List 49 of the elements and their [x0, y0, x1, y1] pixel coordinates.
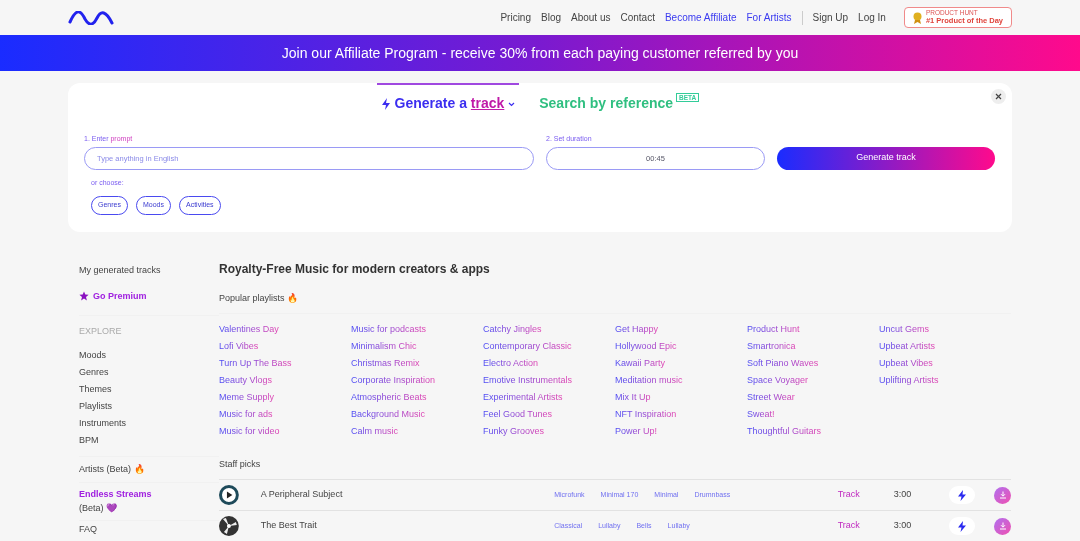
explore-link[interactable]: Moods	[79, 346, 219, 364]
nav-link[interactable]: Pricing	[500, 10, 531, 25]
section-heading: Popular playlists 🔥	[219, 292, 300, 305]
explore-link[interactable]: Playlists	[79, 397, 219, 415]
track-duration: 3:00	[893, 519, 913, 533]
section-heading: EXPLORE	[79, 325, 123, 338]
mode-tab[interactable]: Generate a track	[376, 83, 520, 118]
generated-tracks-link[interactable]: My generated tracks	[79, 264, 219, 278]
nav-link[interactable]: Become Affiliate	[664, 10, 737, 25]
artists-link[interactable]: Artists (Beta) 🔥	[79, 462, 219, 476]
explore-link[interactable]: BPM	[79, 431, 219, 449]
track-link[interactable]: Track	[837, 488, 860, 502]
lightning-icon	[958, 520, 967, 532]
close-button[interactable]	[991, 89, 1006, 104]
generate-similar-button[interactable]	[949, 486, 976, 504]
nav-link[interactable]: For Artists	[746, 10, 792, 25]
play-icon	[219, 485, 239, 505]
faq-link[interactable]: FAQ	[79, 524, 219, 535]
nav-link[interactable]: Contact	[620, 10, 655, 25]
lightning-icon	[380, 98, 391, 111]
nav-link[interactable]: Blog	[541, 10, 561, 25]
section-heading: Staff picks	[219, 457, 262, 471]
download-icon	[998, 491, 1007, 499]
track-title: The Best Trait	[260, 519, 318, 533]
star-icon	[79, 291, 89, 302]
page-title: Royalty-Free Music for modern creators & apps	[219, 261, 491, 278]
explore-link[interactable]: Instruments	[79, 414, 219, 432]
download-button[interactable]	[994, 486, 1011, 504]
wave-logo	[68, 10, 114, 25]
medal-icon	[912, 11, 922, 24]
generate-similar-button[interactable]	[949, 517, 976, 535]
track-duration: 3:00	[893, 488, 913, 502]
cover-art-icon	[219, 516, 239, 536]
track-title: A Peripheral Subject	[260, 488, 344, 502]
track-link[interactable]: Track	[837, 519, 860, 533]
explore-link[interactable]: Genres	[79, 363, 219, 381]
nav-link[interactable]: Sign Up	[812, 10, 849, 25]
beta-label: (Beta) 💜	[79, 501, 118, 515]
endless-streams-link[interactable]: Endless Streams	[79, 488, 219, 502]
download-button[interactable]	[994, 517, 1011, 535]
explore-link[interactable]: Themes	[79, 380, 219, 398]
lightning-icon	[958, 489, 967, 501]
download-icon	[998, 522, 1007, 530]
close-icon	[995, 93, 1002, 100]
generate-track-button[interactable]: Generate track	[777, 146, 995, 170]
premium-link[interactable]: Go Premium	[79, 289, 219, 303]
chevron-down-icon	[508, 101, 516, 107]
nav-link[interactable]: Log In	[858, 10, 886, 25]
nav-link[interactable]: About us	[571, 10, 611, 25]
